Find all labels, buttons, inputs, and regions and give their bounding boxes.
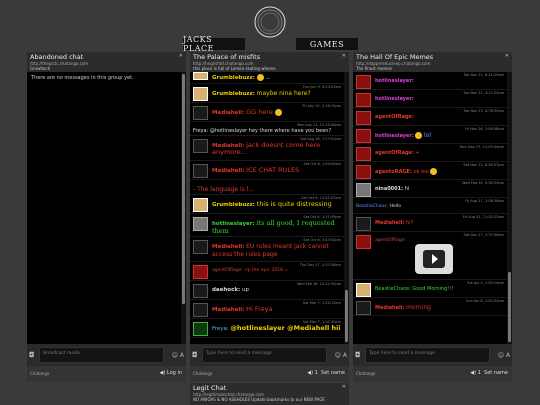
list-item: Sat Mar 7, 1:20:13am Mediahell: Hi Freya (190, 300, 344, 320)
panel-description: NO ANIOAS & NO ASSHOLES Update bookmarks… (193, 397, 325, 402)
message-list[interactable]: Tue Nov 21, 8:41:29am hotlineslayer: Tue… (353, 72, 507, 344)
chat-panel-misfits: The Palace of misfits http://hnglishtd.c… (190, 52, 349, 382)
list-item: Mon July 21, 12:15:00pm Freya: @hotlines… (190, 122, 344, 136)
list-item: Grumblebuzz: ... (190, 72, 344, 84)
list-item: Sat Dec 27, 2:37:56am agentOfRage: (353, 232, 507, 280)
emoji-font-icons[interactable]: ☺ A (335, 352, 347, 359)
panel-title: Abandoned chat (30, 53, 84, 61)
list-item: Tue Nov 21, 4:17:25pm hotlineslayer: (353, 90, 507, 108)
speaker-icon[interactable]: ◀) (470, 370, 477, 376)
scrollbar[interactable] (507, 72, 512, 344)
scrollbar[interactable] (344, 72, 349, 344)
message-list[interactable]: Grumblebuzz: ... Thu July 9, 9:24:03am G… (190, 72, 344, 344)
empty-state-text: There are no messages in this group yet. (31, 75, 134, 81)
chatango-brand[interactable]: Chatango (356, 371, 375, 376)
list-item: Fri July 10, 1:16:15pm Mediahell: GG her… (190, 103, 344, 122)
list-item: Sat Aug 16, 7:27:01pm Mediahell: jack do… (190, 136, 344, 161)
page-root: JACKS PLACE GAMES Abandoned chat http://… (0, 0, 540, 405)
chat-panel-legit: Legit Chat http://legitimatechat.chatang… (190, 383, 349, 405)
panel-footer: Chatango ◀) Log in (27, 366, 186, 382)
list-item: Tue Nov 21, 8:41:29am hotlineslayer: (353, 72, 507, 90)
message-input[interactable]: Type here to send a message (202, 347, 327, 363)
message-input[interactable]: Type here to send a message (365, 347, 490, 363)
camera-icon[interactable]: ◘ (192, 352, 198, 359)
panel-header: The Hall Of Epic Memes http://dapperedus… (353, 52, 512, 72)
set-name-link[interactable]: Set name (321, 370, 345, 376)
panel-description: The finest memes (356, 66, 392, 71)
list-item: Fri Nov 26, 3:06:58pm hotlineslayer: lol (353, 126, 507, 144)
play-icon[interactable] (432, 254, 438, 264)
chatango-brand[interactable]: Chatango (193, 371, 212, 376)
panel-header: The Palace of misfits http://hnglishtd.c… (190, 52, 349, 72)
panel-title: The Palace of misfits (193, 53, 261, 61)
list-item: Fri Aug 17, 1:08:36am BeastieChaos: Hell… (353, 198, 507, 214)
footer-controls[interactable]: ◀) 1 Set name (307, 370, 345, 376)
close-icon[interactable]: ✕ (342, 384, 346, 390)
list-item: Mon Nov 27, 11:05:45pm agentOfRage: + (353, 144, 507, 162)
list-item: Sat Nov 11, 6:36:57pm agentoRAGE: ok boi (353, 162, 507, 180)
scrollbar[interactable] (181, 72, 186, 344)
speaker-icon[interactable]: ◀) (160, 370, 167, 376)
panel-title: The Hall Of Epic Memes (356, 53, 434, 61)
list-item: Thu Dec 27, 2:37:56am agentOfRage: rip t… (190, 262, 344, 282)
login-link[interactable]: ◀) Log in (160, 370, 182, 376)
nav-games-button[interactable]: GAMES (296, 38, 358, 50)
set-name-link[interactable]: Set name (484, 370, 508, 376)
emoji-font-icons[interactable]: ☺ A (172, 352, 184, 359)
list-item: Thu July 9, 9:24:03am Grumblebuzz: maybe… (190, 84, 344, 103)
list-item: Sat Oct 6, 3:43:02pm Mediahell: EU rules… (190, 237, 344, 263)
emoji-font-icons[interactable]: ☺ A (498, 352, 510, 359)
close-icon[interactable]: ✕ (179, 53, 183, 59)
compose-bar: ◘ Type here to send a message ☺ A (190, 344, 349, 366)
panel-footer: Chatango ◀) 1 Set name (190, 366, 349, 382)
speaker-icon[interactable]: ◀) (307, 370, 314, 376)
panel-title: Legit Chat (193, 384, 227, 392)
compose-bar: ◘ Broadcast mode ☺ A (27, 344, 186, 366)
chat-panel-abandoned: Abandoned chat http://thepictc.chatango.… (27, 52, 186, 382)
list-item: Sat Oct 6, 3:31:09pm hotlineslayer: its … (190, 214, 344, 238)
list-item: Fri Aug 31, 11:42:23am Mediahell: hi? (353, 214, 507, 232)
nav-home-button[interactable]: JACKS PLACE (183, 35, 245, 53)
panel-description: this place is full of Lomen skating whor… (193, 66, 276, 71)
list-item: - The language is l... (190, 180, 344, 195)
close-icon[interactable]: ✕ (505, 53, 509, 59)
panel-footer: Chatango ◀) 1 Set name (353, 366, 512, 382)
list-item: Wed Feb 16, 10:12:30pm daehock: up (190, 281, 344, 301)
compose-bar: ◘ Type here to send a message ☺ A (353, 344, 512, 366)
list-item: Sat Oct 6, 11:41:07am Grumblebuzz: this … (190, 195, 344, 214)
list-item: Sun Jan 6, 1:55:33pm Mediahell: morning (353, 298, 507, 316)
list-item: Tue Jan 1, 1:55:15pm BeastieChaos: Good … (353, 280, 507, 298)
panel-description: Growltech (30, 66, 51, 71)
list-item: Wed Feb 14, 9:36:33pm nina0001: hi (353, 180, 507, 198)
camera-icon[interactable]: ◘ (29, 352, 35, 359)
chatango-brand[interactable]: Chatango (30, 371, 49, 376)
list-item: Sat Mar 7, 1:02:30am Freya: @hotlineslay… (190, 319, 344, 339)
footer-controls[interactable]: ◀) 1 Set name (470, 370, 508, 376)
camera-icon[interactable]: ◘ (355, 352, 361, 359)
list-item: Tue Nov 23, 4:76:30am agentOfRage: (353, 108, 507, 126)
chat-panel-memes: The Hall Of Epic Memes http://dapperedus… (353, 52, 512, 382)
video-thumbnail[interactable] (415, 244, 453, 274)
panel-header: Abandoned chat http://thepictc.chatango.… (27, 52, 186, 72)
message-input[interactable]: Broadcast mode (39, 347, 164, 363)
circle-logo-icon[interactable] (250, 4, 290, 40)
message-list[interactable]: There are no messages in this group yet. (27, 72, 181, 344)
list-item: Sat Oct 6, 1:04:00am Mediahell: ICE CHAT… (190, 161, 344, 180)
close-icon[interactable]: ✕ (342, 53, 346, 59)
